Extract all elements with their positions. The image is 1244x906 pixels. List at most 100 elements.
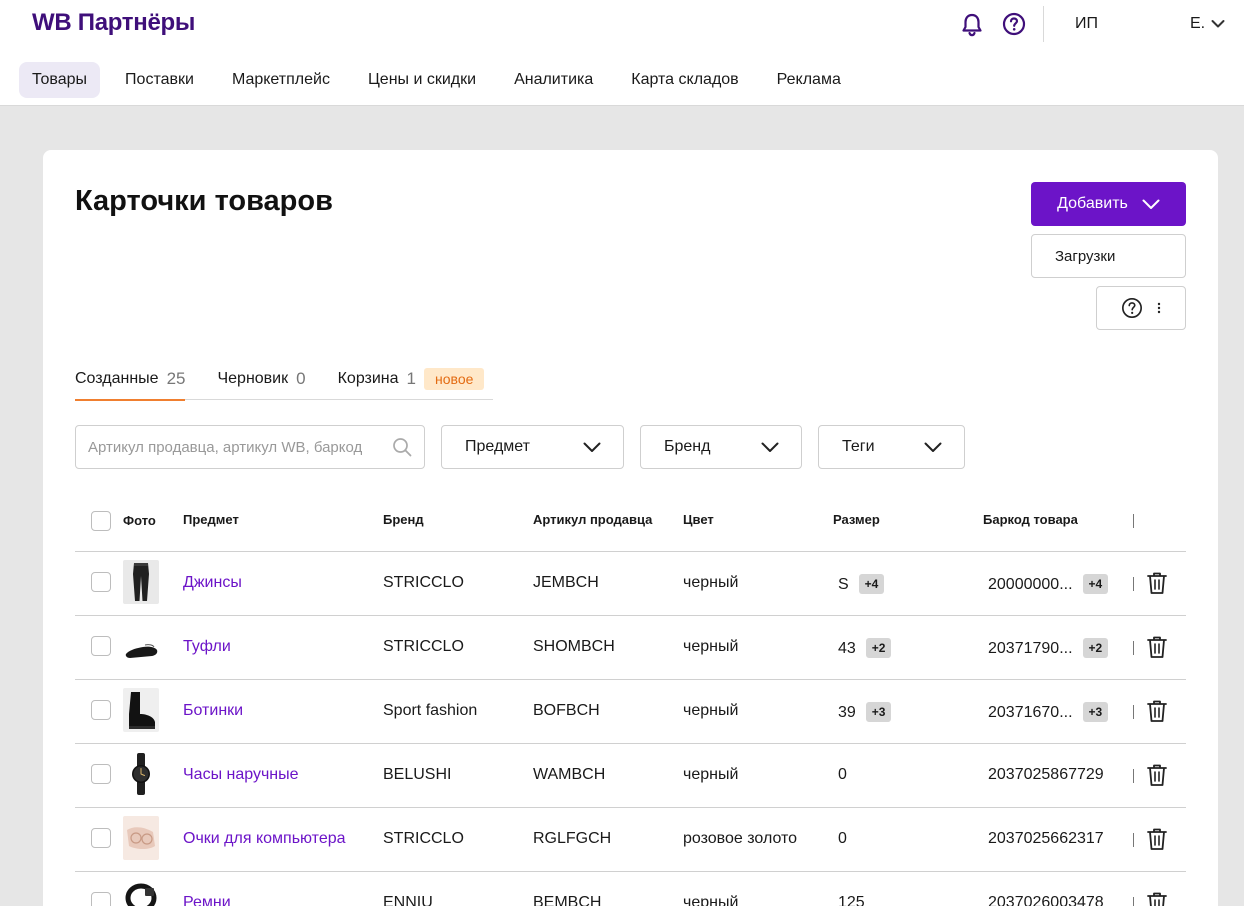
tab-draft[interactable]: Черновик 0 xyxy=(217,360,305,400)
tab-count: 1 xyxy=(406,369,417,388)
header-divider xyxy=(1043,6,1044,42)
trash-icon[interactable] xyxy=(1146,571,1168,595)
clipped-column-edge xyxy=(1133,705,1136,719)
help-icon[interactable] xyxy=(1002,12,1026,36)
search-field[interactable] xyxy=(75,425,425,469)
product-subject-link[interactable]: Ремни xyxy=(183,894,231,906)
product-photo[interactable] xyxy=(123,880,159,906)
uploads-button[interactable]: Загрузки xyxy=(1031,234,1186,278)
table-row[interactable]: Часы наручные BELUSHI WAMBCH черный 0 20… xyxy=(75,744,1186,808)
chevron-down-icon xyxy=(583,442,601,452)
nav-item-ads[interactable]: Реклама xyxy=(764,62,854,98)
more-sizes-chip[interactable]: +2 xyxy=(865,638,892,658)
nav-item-warehouse-map[interactable]: Карта складов xyxy=(618,62,751,98)
barcode-value: 20000000... xyxy=(988,576,1073,593)
table-row[interactable]: Ремни ENNIU BEMBCH черный 125 2037026003… xyxy=(75,872,1186,906)
table-row[interactable]: Джинсы STRICCLO JEMBCH черный S +4 200000… xyxy=(75,552,1186,616)
product-size: 43 +2 xyxy=(838,638,892,658)
product-color: черный xyxy=(683,702,739,719)
trash-icon[interactable] xyxy=(1146,635,1168,659)
table-row[interactable]: Туфли STRICCLO SHOMBCH черный 43 +2 20371… xyxy=(75,616,1186,680)
select-all-checkbox[interactable] xyxy=(91,511,111,531)
nav-item-prices[interactable]: Цены и скидки xyxy=(355,62,489,98)
column-subject[interactable]: Предмет xyxy=(183,512,239,527)
product-vendor-code: BEMBCH xyxy=(533,894,602,906)
bell-icon[interactable] xyxy=(960,12,984,38)
table-row[interactable]: Ботинки Sport fashion BOFBCH черный 39 +3… xyxy=(75,680,1186,744)
barcode-value: 2037026003478 xyxy=(988,894,1104,906)
products-table: Фото Предмет Бренд Артикул продавца Цвет… xyxy=(75,488,1186,906)
product-photo[interactable] xyxy=(123,752,159,796)
column-brand[interactable]: Бренд xyxy=(383,512,424,527)
row-checkbox[interactable] xyxy=(91,636,111,656)
size-value: 0 xyxy=(838,766,847,783)
chevron-down-icon xyxy=(761,442,779,452)
barcode-value: 20371670... xyxy=(988,704,1073,721)
barcode-value: 2037025662317 xyxy=(988,830,1104,847)
page-title: Карточки товаров xyxy=(75,185,333,217)
nav-item-products[interactable]: Товары xyxy=(19,62,101,98)
product-photo[interactable] xyxy=(123,816,159,860)
product-subject-link[interactable]: Джинсы xyxy=(183,574,242,592)
add-button[interactable]: Добавить xyxy=(1031,182,1186,226)
row-checkbox[interactable] xyxy=(91,700,111,720)
trash-icon[interactable] xyxy=(1146,827,1168,851)
product-subject-link[interactable]: Ботинки xyxy=(183,702,243,720)
clipped-column-edge xyxy=(1133,641,1136,655)
product-color: черный xyxy=(683,574,739,591)
column-color[interactable]: Цвет xyxy=(683,512,714,527)
tab-created[interactable]: Созданные 25 xyxy=(75,360,186,401)
column-barcode[interactable]: Баркод товара xyxy=(983,512,1078,527)
column-size[interactable]: Размер xyxy=(833,512,880,527)
more-barcodes-chip[interactable]: +2 xyxy=(1082,638,1109,658)
trash-icon[interactable] xyxy=(1146,763,1168,787)
product-color: черный xyxy=(683,766,739,783)
row-checkbox[interactable] xyxy=(91,572,111,592)
nav-item-analytics[interactable]: Аналитика xyxy=(501,62,606,98)
product-photo[interactable] xyxy=(123,624,159,668)
new-badge: новое xyxy=(424,368,485,390)
product-vendor-code: SHOMBCH xyxy=(533,638,615,655)
product-subject-link[interactable]: Часы наручные xyxy=(183,766,299,784)
clipped-column-edge xyxy=(1133,897,1136,906)
more-barcodes-chip[interactable]: +3 xyxy=(1082,702,1109,722)
subject-filter[interactable]: Предмет xyxy=(441,425,624,469)
column-vendor-code[interactable]: Артикул продавца xyxy=(533,512,652,527)
product-brand: BELUSHI xyxy=(383,766,452,783)
product-photo[interactable] xyxy=(123,688,159,732)
tab-trash[interactable]: Корзина 1 новое xyxy=(338,360,485,400)
brand-filter[interactable]: Бренд xyxy=(640,425,802,469)
product-color: черный xyxy=(683,894,739,906)
product-subject-link[interactable]: Туфли xyxy=(183,638,231,656)
row-checkbox[interactable] xyxy=(91,892,111,906)
product-color: розовое золото xyxy=(683,830,798,847)
nav-item-supplies[interactable]: Поставки xyxy=(112,62,207,98)
search-input[interactable] xyxy=(88,438,392,456)
product-photo[interactable] xyxy=(123,560,159,604)
product-subject-link[interactable]: Очки для компьютера xyxy=(183,830,346,848)
trash-icon[interactable] xyxy=(1146,891,1168,906)
more-barcodes-chip[interactable]: +4 xyxy=(1082,574,1109,594)
table-row[interactable]: Очки для компьютера STRICCLO RGLFGCH роз… xyxy=(75,808,1186,872)
main-nav: Товары Поставки Маркетплейс Цены и скидк… xyxy=(19,62,866,98)
product-barcode: 2037025867729 xyxy=(988,766,1104,784)
user-name: Е. xyxy=(1190,15,1206,32)
product-vendor-code: RGLFGCH xyxy=(533,830,612,847)
product-brand: STRICCLO xyxy=(383,574,464,591)
tags-filter[interactable]: Теги xyxy=(818,425,965,469)
nav-item-marketplace[interactable]: Маркетплейс xyxy=(219,62,343,98)
more-sizes-chip[interactable]: +4 xyxy=(858,574,885,594)
user-menu[interactable]: Е. xyxy=(1190,15,1225,33)
table-header: Фото Предмет Бренд Артикул продавца Цвет… xyxy=(75,488,1186,552)
row-checkbox[interactable] xyxy=(91,764,111,784)
organization-name[interactable]: ИП xyxy=(1075,15,1098,33)
product-barcode: 20000000... +4 xyxy=(988,574,1109,594)
help-more-button[interactable] xyxy=(1096,286,1186,330)
product-size: 0 xyxy=(838,830,847,848)
product-brand: ENNIU xyxy=(383,894,433,906)
row-checkbox[interactable] xyxy=(91,828,111,848)
logo[interactable]: WB Партнёры xyxy=(32,9,195,37)
chevron-down-icon xyxy=(1142,199,1160,209)
trash-icon[interactable] xyxy=(1146,699,1168,723)
more-sizes-chip[interactable]: +3 xyxy=(865,702,892,722)
